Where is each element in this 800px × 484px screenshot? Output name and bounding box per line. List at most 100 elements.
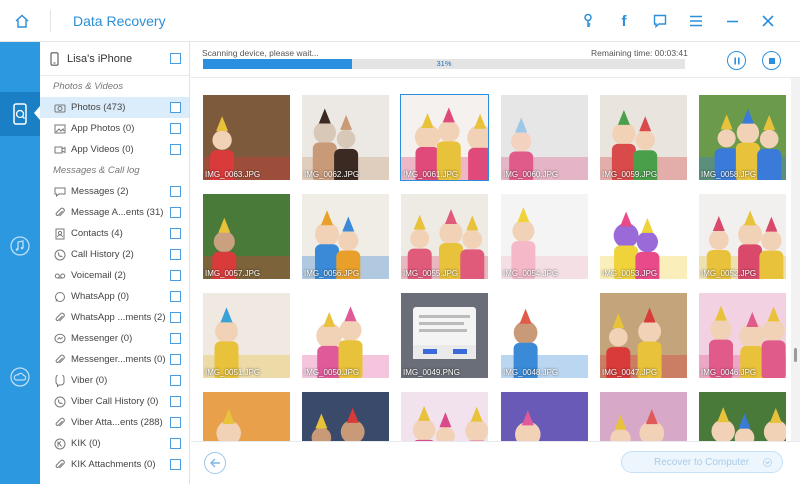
pause-button[interactable] [727, 51, 746, 70]
message-icon-wrap [54, 186, 66, 198]
grid-scrollbar[interactable] [791, 78, 800, 441]
category-checkbox[interactable] [170, 102, 181, 113]
cloud-icon [10, 367, 30, 387]
category-item[interactable]: Message A...ents (31) [40, 202, 189, 223]
photo-thumbnail[interactable]: IMG_0060.JPG [501, 95, 588, 180]
category-checkbox[interactable] [170, 123, 181, 134]
photo-filename: IMG_0054.JPG [503, 269, 559, 278]
category-item[interactable]: Contacts (4) [40, 223, 189, 244]
category-item[interactable]: Photos (473) [40, 97, 189, 118]
photo-filename: IMG_0053.JPG [602, 269, 658, 278]
attachment-icon [55, 207, 65, 216]
category-checkbox[interactable] [170, 228, 181, 239]
photo-thumbnail[interactable]: IMG_0059.JPG [600, 95, 687, 180]
menu-button[interactable] [678, 0, 714, 42]
category-checkbox[interactable] [170, 396, 181, 407]
viber-icon [55, 374, 65, 387]
photo-thumbnail[interactable]: IMG_0043.JPG [401, 392, 488, 441]
category-item[interactable]: Messenger (0) [40, 328, 189, 349]
category-checkbox[interactable] [170, 333, 181, 344]
category-checkbox[interactable] [170, 375, 181, 386]
category-checkbox[interactable] [170, 459, 181, 470]
device-select-all-checkbox[interactable] [170, 53, 181, 64]
rail-item-device[interactable] [0, 92, 40, 136]
photo-thumbnail[interactable]: IMG_0054.JPG [501, 194, 588, 279]
category-label: Messenger (0) [71, 333, 133, 344]
section-messages-calllog: Messages & Call log [53, 165, 140, 176]
photo-thumbnail[interactable]: IMG_0063.JPG [203, 95, 290, 180]
home-button[interactable] [0, 0, 44, 42]
category-checkbox[interactable] [170, 417, 181, 428]
photo-thumbnail[interactable]: IMG_0045.JPG [203, 392, 290, 441]
key-button[interactable] [570, 0, 606, 42]
attachment-icon [55, 354, 65, 363]
stop-button[interactable] [762, 51, 781, 70]
category-item[interactable]: KIK Attachments (0) [40, 454, 189, 475]
feedback-button[interactable] [642, 0, 678, 42]
photo-filename: IMG_0057.JPG [205, 269, 261, 278]
rail-item-itunes[interactable] [0, 224, 40, 268]
photo-thumbnail[interactable]: IMG_0062.JPG [302, 95, 389, 180]
photo-thumbnail[interactable]: IMG_0053.JPG [600, 194, 687, 279]
message-icon [54, 187, 66, 197]
category-label: Viber (0) [71, 375, 108, 386]
category-label: Messages (2) [71, 186, 129, 197]
category-item[interactable]: Messages (2) [40, 181, 189, 202]
category-checkbox[interactable] [170, 354, 181, 365]
attachment-icon-wrap [54, 207, 66, 219]
category-item[interactable]: Messenger...ments (0) [40, 349, 189, 370]
photo-thumbnail[interactable]: IMG_0041.JPG [600, 392, 687, 441]
category-checkbox[interactable] [170, 312, 181, 323]
category-item[interactable]: Call History (2) [40, 244, 189, 265]
camera-icon [54, 104, 66, 112]
photo-thumbnail[interactable]: IMG_0061.JPG [400, 94, 489, 181]
category-item[interactable]: App Videos (0) [40, 139, 189, 160]
phone-recover-icon [13, 103, 27, 125]
whatsapp-icon [55, 291, 65, 302]
category-item[interactable]: App Photos (0) [40, 118, 189, 139]
photo-thumbnail[interactable]: IMG_0048.JPG [501, 293, 588, 378]
category-item[interactable]: Voicemail (2) [40, 265, 189, 286]
photo-thumbnail[interactable]: IMG_0051.JPG [203, 293, 290, 378]
category-item[interactable]: KIK (0) [40, 433, 189, 454]
close-button[interactable] [750, 0, 786, 42]
category-checkbox[interactable] [170, 291, 181, 302]
rail-item-icloud[interactable] [0, 355, 40, 399]
photo-thumbnail[interactable]: IMG_0049.PNG [401, 293, 488, 378]
key-icon [584, 13, 592, 27]
category-checkbox[interactable] [170, 186, 181, 197]
category-item[interactable]: Viber Atta...ents (288) [40, 412, 189, 433]
back-button[interactable] [204, 452, 226, 474]
category-item[interactable]: Viber (0) [40, 370, 189, 391]
photo-filename: IMG_0049.PNG [403, 368, 460, 377]
facebook-icon: f [621, 12, 627, 30]
photo-filename: IMG_0047.JPG [602, 368, 658, 377]
photo-thumbnail[interactable]: IMG_0055.JPG [401, 194, 488, 279]
category-checkbox[interactable] [170, 144, 181, 155]
photo-thumbnail[interactable]: IMG_0057.JPG [203, 194, 290, 279]
scrollbar-thumb[interactable] [794, 348, 797, 362]
facebook-button[interactable]: f [606, 0, 642, 42]
category-item[interactable]: WhatsApp (0) [40, 286, 189, 307]
photo-thumbnail[interactable]: IMG_0056.JPG [302, 194, 389, 279]
photo-thumbnail[interactable]: IMG_0040.JPG [699, 392, 786, 441]
photo-thumbnail[interactable]: IMG_0046.JPG [699, 293, 786, 378]
photo-thumbnail[interactable]: IMG_0044.JPG [302, 392, 389, 441]
category-label: WhatsApp (0) [71, 291, 130, 302]
photo-thumbnail[interactable]: IMG_0052.JPG [699, 194, 786, 279]
photo-thumbnail[interactable]: IMG_0050.JPG [302, 293, 389, 378]
minimize-button[interactable] [714, 0, 750, 42]
photo-thumbnail[interactable]: IMG_0042.JPG [501, 392, 588, 441]
viber-icon-wrap [54, 374, 66, 387]
category-checkbox[interactable] [170, 438, 181, 449]
photo-thumbnail[interactable]: IMG_0058.JPG [699, 95, 786, 180]
recover-to-computer-button[interactable]: Recover to Computer [621, 451, 783, 473]
category-checkbox[interactable] [170, 249, 181, 260]
category-item[interactable]: WhatsApp ...ments (2) [40, 307, 189, 328]
photo-thumbnail[interactable]: IMG_0047.JPG [600, 293, 687, 378]
category-checkbox[interactable] [170, 207, 181, 218]
category-item[interactable]: Viber Call History (0) [40, 391, 189, 412]
category-label: Contacts (4) [71, 228, 123, 239]
category-checkbox[interactable] [170, 270, 181, 281]
mode-rail [0, 42, 40, 484]
